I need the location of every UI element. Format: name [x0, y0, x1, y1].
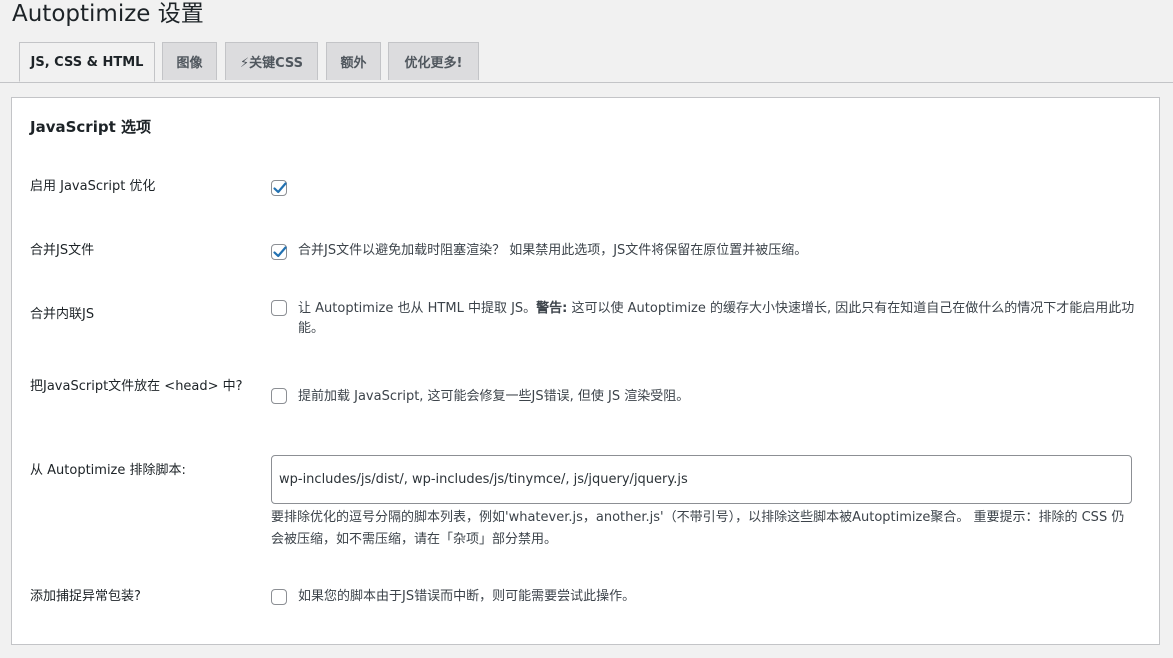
settings-tabs: JS, CSS & HTML 图像 ⚡关键CSS 额外 优化更多!: [0, 42, 1173, 83]
js-in-head-description: 提前加载 JavaScript, 这可能会修复一些JS错误, 但使 JS 渲染受…: [298, 389, 690, 404]
inline-js-checkbox[interactable]: [271, 300, 287, 316]
aggregate-js-description: 合并JS文件以避免加载时阻塞渲染？ 如果禁用此选项，JS文件将保留在原位置并被压…: [298, 243, 808, 258]
tab-critical-css[interactable]: ⚡关键CSS: [225, 42, 318, 80]
try-catch-description: 如果您的脚本由于JS错误而中断，则可能需要尝试此操作。: [298, 589, 636, 604]
exclude-js-input[interactable]: [271, 455, 1132, 504]
tab-images[interactable]: 图像: [162, 42, 217, 80]
aggregate-js-checkbox[interactable]: [271, 244, 287, 260]
enable-js-label: 启用 JavaScript 优化: [30, 179, 156, 194]
page-title: Autoptimize 设置: [12, 1, 204, 27]
tab-optimize-more[interactable]: 优化更多!: [388, 42, 479, 80]
enable-js-checkbox[interactable]: [271, 180, 287, 196]
tab-extra[interactable]: 额外: [326, 42, 381, 80]
tab-js-css-html[interactable]: JS, CSS & HTML: [19, 42, 155, 82]
exclude-js-help: 要排除优化的逗号分隔的脚本列表，例如'whatever.js，another.j…: [271, 510, 1125, 547]
checkmark-icon: [273, 246, 287, 258]
checkmark-icon: [273, 182, 287, 194]
section-title: JavaScript 选项: [30, 118, 151, 136]
inline-js-label: 合并内联JS: [30, 307, 95, 322]
js-in-head-label: 把JavaScript文件放在 <head> 中?: [30, 379, 243, 394]
js-in-head-checkbox[interactable]: [271, 388, 287, 404]
try-catch-label: 添加捕捉异常包装?: [30, 589, 141, 604]
inline-js-description-prefix: 让 Autoptimize 也从 HTML 中提取 JS。: [298, 301, 537, 316]
js-options-panel: JavaScript 选项 启用 JavaScript 优化 合并JS文件 合并…: [11, 97, 1160, 645]
exclude-js-label: 从 Autoptimize 排除脚本:: [30, 463, 186, 478]
try-catch-checkbox[interactable]: [271, 589, 287, 605]
inline-js-warning: 警告:: [536, 301, 568, 316]
inline-js-description: 让 Autoptimize 也从 HTML 中提取 JS。警告: 这可以使 Au…: [298, 299, 1138, 339]
aggregate-js-label: 合并JS文件: [30, 243, 95, 258]
